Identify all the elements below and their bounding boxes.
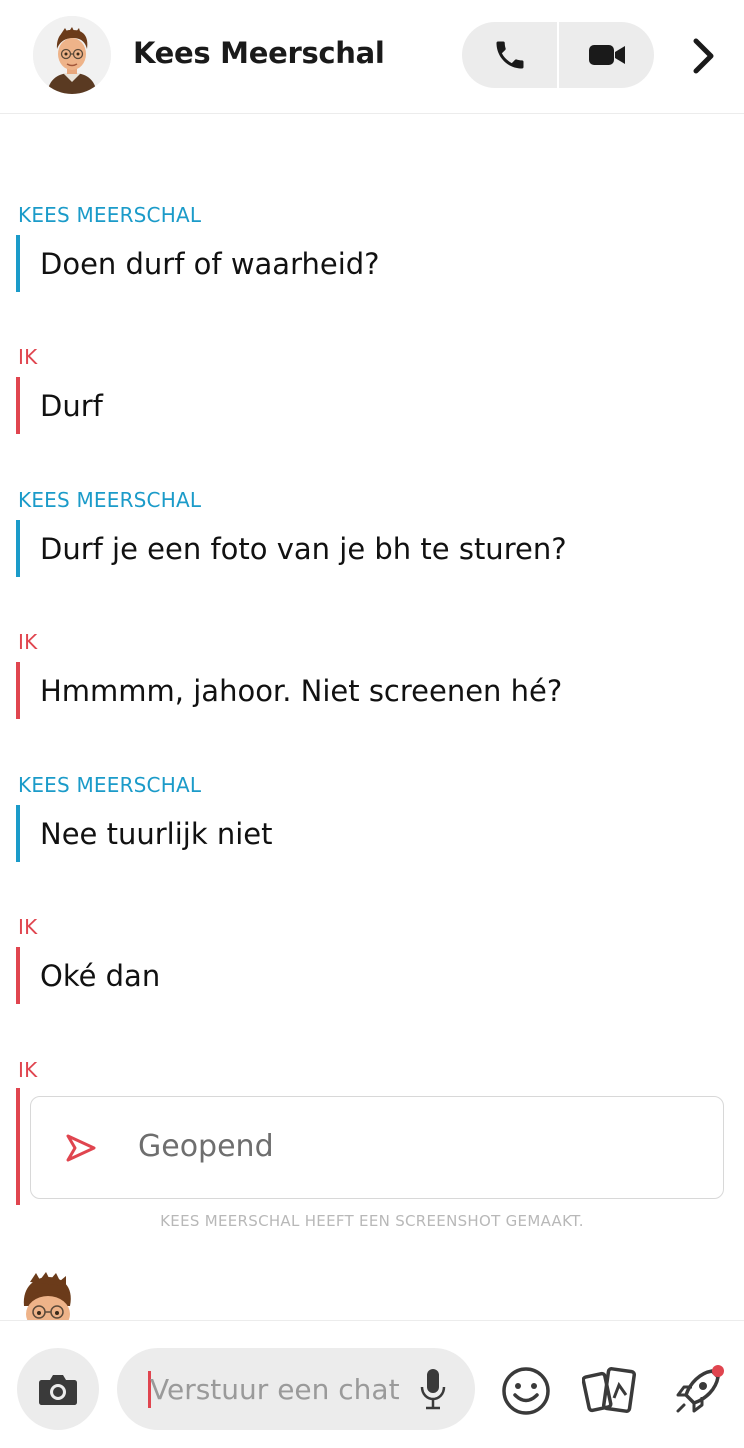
cards-icon	[581, 1367, 637, 1413]
phone-icon	[496, 41, 523, 69]
message-sender: KEES MEERSCHAL	[18, 773, 202, 797]
message-sender: KEES MEERSCHAL	[18, 203, 202, 227]
contact-name[interactable]: Kees Meerschal	[133, 36, 385, 70]
cards-button[interactable]	[581, 1365, 638, 1421]
microphone-button[interactable]	[417, 1366, 449, 1412]
snap-indicator-bar	[16, 1088, 20, 1205]
composer-bar	[0, 1320, 744, 1448]
message-text[interactable]: Nee tuurlijk niet	[16, 805, 272, 862]
message-sender: IK	[18, 345, 38, 369]
screenshot-notice: KEES MEERSCHAL HEEFT EEN SCREENSHOT GEMA…	[160, 1212, 584, 1230]
chat-header: Kees Meerschal	[0, 0, 744, 114]
typing-bitmoji	[12, 1272, 84, 1320]
video-camera-icon	[588, 45, 625, 65]
camera-button[interactable]	[17, 1348, 99, 1430]
bitmoji-peek-icon	[23, 1272, 71, 1320]
message-text[interactable]: Doen durf of waarheid?	[16, 235, 380, 292]
message-text[interactable]: Durf je een foto van je bh te sturen?	[16, 520, 567, 577]
message-sender: KEES MEERSCHAL	[18, 488, 202, 512]
message-sender: IK	[18, 630, 38, 654]
opened-snap-arrow-icon	[65, 1133, 97, 1167]
emoji-button[interactable]	[500, 1365, 552, 1421]
message-text[interactable]: Durf	[16, 377, 103, 434]
message-text[interactable]: Oké dan	[16, 947, 160, 1004]
contact-avatar[interactable]	[33, 16, 111, 94]
emoji-icon	[502, 1367, 550, 1415]
message-text[interactable]: Hmmmm, jahoor. Niet screenen hé?	[16, 662, 562, 719]
message-sender: IK	[18, 915, 38, 939]
chevron-right-icon	[693, 38, 714, 74]
chat-input-container	[117, 1348, 475, 1430]
voice-call-button[interactable]	[462, 22, 557, 88]
more-button[interactable]	[686, 34, 722, 78]
video-call-button[interactable]	[559, 22, 654, 88]
camera-icon	[39, 1375, 77, 1405]
microphone-icon	[420, 1369, 446, 1410]
chat-input[interactable]	[150, 1348, 420, 1430]
snap-sender: IK	[18, 1058, 38, 1082]
notification-dot	[712, 1365, 724, 1377]
call-buttons	[462, 22, 654, 88]
snap-status: Geopend	[138, 1129, 274, 1164]
opened-snap[interactable]: Geopend	[30, 1096, 724, 1199]
bitmoji-avatar-icon	[33, 16, 111, 94]
